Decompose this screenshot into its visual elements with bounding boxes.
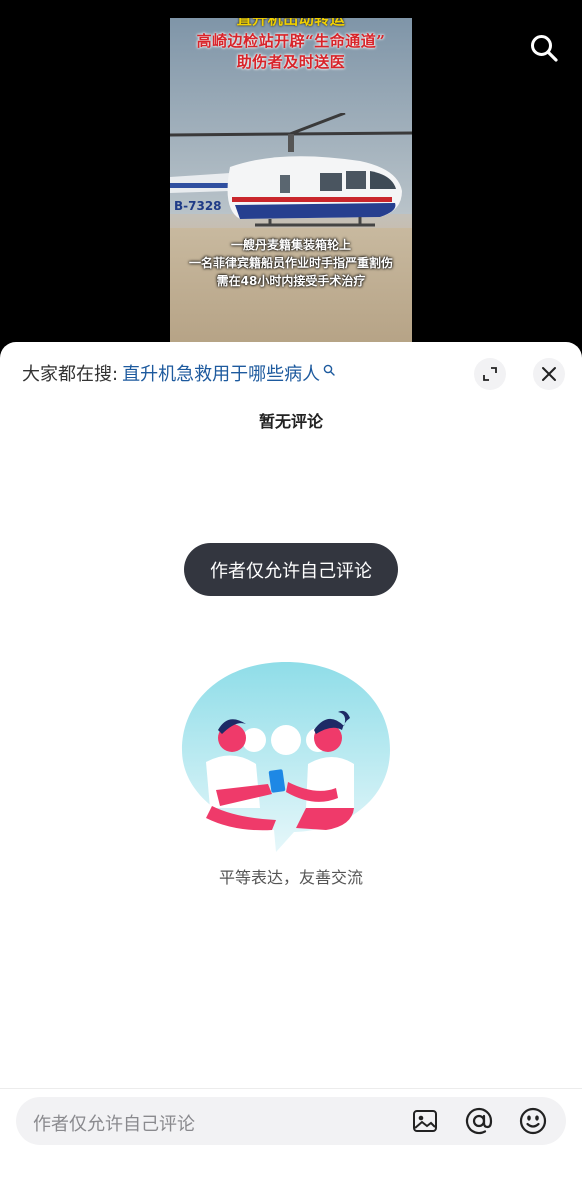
at-icon bbox=[465, 1107, 493, 1135]
comment-sheet: 大家都在搜: 直升机急救用于哪些病人 暂无评论 作者仅允许自己评论 平等表达，友… bbox=[0, 342, 582, 1200]
expand-button[interactable] bbox=[474, 358, 506, 390]
comment-input-placeholder[interactable]: 作者仅允许自己评论 bbox=[33, 1110, 195, 1136]
close-button[interactable] bbox=[533, 358, 565, 390]
close-icon bbox=[542, 367, 556, 381]
image-icon bbox=[413, 1110, 437, 1132]
chat-bubble-illustration bbox=[182, 662, 390, 852]
tail-number: B-7328 bbox=[174, 199, 222, 213]
hot-search-bar[interactable]: 大家都在搜: 直升机急救用于哪些病人 bbox=[22, 360, 335, 386]
video-title-line-1: 直升机出动转运 bbox=[236, 18, 346, 28]
helicopter-image: B-7328 bbox=[170, 113, 412, 227]
slogan-text: 平等表达，友善交流 bbox=[218, 868, 363, 887]
emoji-icon bbox=[519, 1107, 547, 1135]
video-caption-line-3: 需在48小时内接受手术治疗 bbox=[216, 274, 366, 288]
search-icon bbox=[531, 35, 558, 62]
hot-search-query[interactable]: 直升机急救用于哪些病人 bbox=[122, 360, 320, 386]
video-frame[interactable]: B-7328 直升机出动转运 高崎边检站开辟“生命通道” 助伤者及时送医 一艘丹… bbox=[170, 18, 412, 344]
search-button[interactable] bbox=[524, 28, 564, 68]
video-title-line-3: 助伤者及时送医 bbox=[236, 53, 346, 71]
toast-message: 作者仅允许自己评论 bbox=[184, 543, 398, 596]
mention-button[interactable] bbox=[464, 1106, 494, 1136]
video-caption-line-2: 一名菲律宾籍船员作业时手指严重割伤 bbox=[188, 256, 393, 270]
video-title-line-2: 高崎边检站开辟“生命通道” bbox=[196, 32, 386, 50]
video-player[interactable]: B-7328 直升机出动转运 高崎边检站开辟“生命通道” 助伤者及时送医 一艘丹… bbox=[0, 0, 582, 352]
app-root: B-7328 直升机出动转运 高崎边检站开辟“生命通道” 助伤者及时送医 一艘丹… bbox=[0, 0, 582, 1200]
empty-comments-title: 暂无评论 bbox=[258, 412, 323, 431]
comment-input-bar[interactable]: 作者仅允许自己评论 bbox=[16, 1097, 566, 1145]
emoji-button[interactable] bbox=[518, 1106, 548, 1136]
expand-icon bbox=[483, 367, 497, 381]
hot-search-prefix: 大家都在搜: bbox=[22, 364, 119, 385]
image-button[interactable] bbox=[410, 1106, 440, 1136]
small-search-icon bbox=[323, 364, 335, 376]
video-caption-line-1: 一艘丹麦籍集装箱轮上 bbox=[230, 238, 351, 252]
input-divider bbox=[0, 1088, 582, 1089]
